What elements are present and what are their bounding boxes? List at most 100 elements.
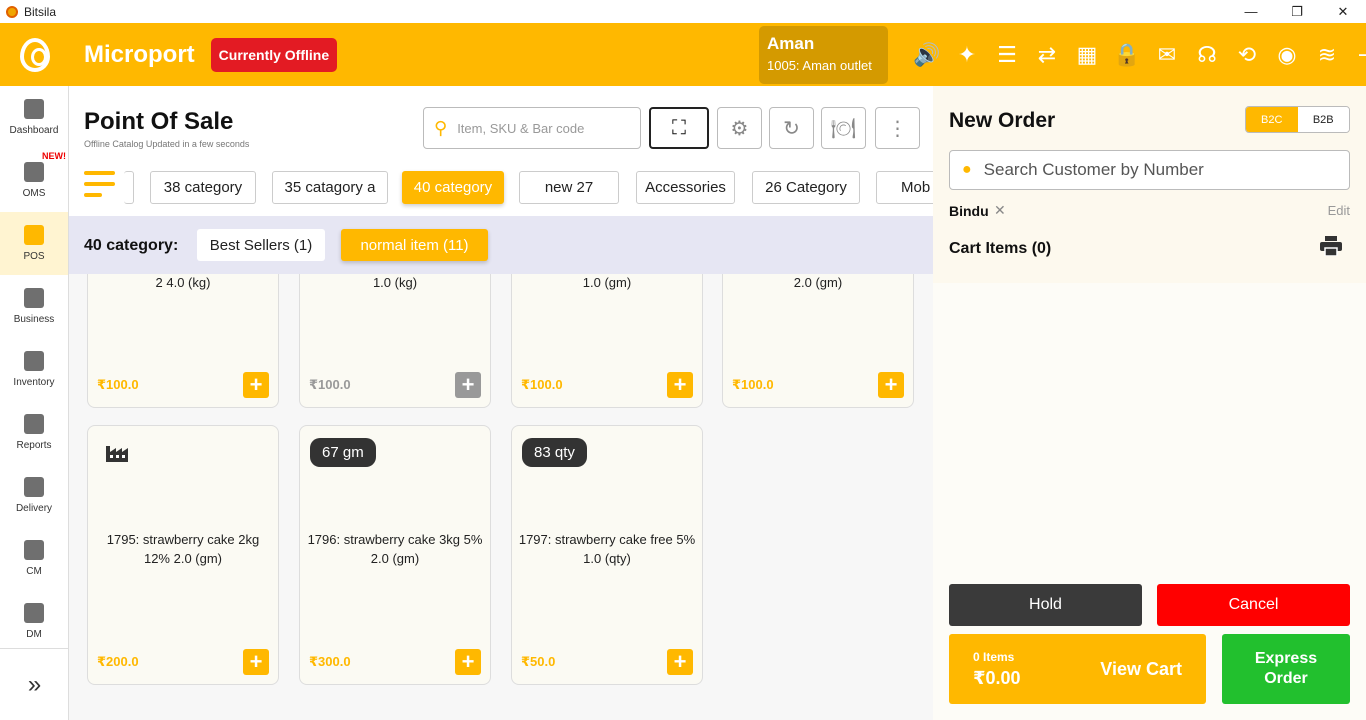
printer-icon[interactable] [1320, 236, 1342, 256]
discount-icon: ⚙ [730, 117, 749, 140]
subcategory-chip-best-sellers[interactable]: Best Sellers (1) [197, 229, 325, 261]
product-card[interactable]: 2.0 (gm) ₹100.0 + [722, 274, 914, 408]
sidebar-item-oms[interactable]: NEW! OMS [0, 149, 68, 212]
sidebar-item-business[interactable]: Business [0, 275, 68, 338]
subcategory-chip-normal-item[interactable]: normal item (11) [341, 229, 488, 261]
truck-icon [24, 477, 44, 497]
minimize-button[interactable]: — [1228, 0, 1274, 23]
window-titlebar: Bitsila — ❐ ✕ [0, 0, 1366, 23]
lock-icon[interactable]: 🔒 [1107, 41, 1147, 69]
person-icon: ● [962, 161, 972, 178]
sidebar-item-inventory[interactable]: Inventory [0, 338, 68, 401]
customer-search-input[interactable]: ● Search Customer by Number [949, 150, 1350, 190]
sidebar-item-dm[interactable]: DM [0, 590, 68, 653]
sidebar-item-delivery[interactable]: Delivery [0, 464, 68, 527]
discount-button[interactable]: ⚙ [717, 107, 762, 149]
window-title: Bitsila [24, 4, 57, 19]
sidebar-item-label: Inventory [13, 377, 55, 388]
expand-sidebar-button[interactable]: » [0, 648, 69, 720]
sidebar: Dashboard NEW! OMS POS Business Inventor… [0, 23, 69, 720]
product-card[interactable]: 1.0 (kg) ₹100.0 + [299, 274, 491, 408]
category-chip[interactable]: Accessories [636, 171, 735, 204]
category-chip[interactable]: 26 Category [752, 171, 860, 204]
edit-customer-button[interactable]: Edit [1328, 203, 1350, 218]
plate-cutlery-icon: 🍽 [830, 117, 857, 140]
wifi-icon[interactable]: ≋ [1307, 41, 1347, 69]
product-price: ₹100.0 [521, 377, 563, 392]
add-to-cart-button[interactable]: + [243, 372, 269, 398]
product-card[interactable]: 2 4.0 (kg) ₹100.0 + [87, 274, 279, 408]
cancel-button[interactable]: Cancel [1157, 584, 1350, 626]
dashboard-icon [24, 99, 44, 119]
b2b-toggle[interactable]: B2B [1297, 107, 1349, 132]
view-cart-label: View Cart [1100, 659, 1182, 679]
close-window-button[interactable]: ✕ [1320, 0, 1366, 23]
add-to-cart-button[interactable]: + [243, 649, 269, 675]
category-chip[interactable]: Mob [876, 171, 933, 204]
category-chip[interactable]: 35 catagory a [272, 171, 388, 204]
support-icon[interactable]: ☊ [1187, 41, 1227, 69]
sidebar-item-reports[interactable]: Reports [0, 401, 68, 464]
database-icon[interactable]: ☰ [987, 41, 1027, 69]
sidebar-item-dashboard[interactable]: Dashboard [0, 86, 68, 149]
product-card[interactable]: 83 qty 1797: strawberry cake free 5% 1.0… [511, 425, 703, 685]
add-to-cart-button[interactable]: + [455, 649, 481, 675]
kebab-menu-icon: ⋮ [887, 117, 908, 140]
user-outlet-box[interactable]: Aman 1005: Aman outlet [759, 26, 888, 84]
product-card[interactable]: 1795: strawberry cake 2kg 12% 2.0 (gm) ₹… [87, 425, 279, 685]
speaker-icon[interactable]: 🔊 [907, 41, 947, 69]
customer-search-placeholder: Search Customer by Number [983, 160, 1204, 179]
b2c-toggle[interactable]: B2C [1246, 107, 1298, 132]
account-icon[interactable]: ◉ [1267, 41, 1307, 69]
product-card[interactable]: 1.0 (gm) ₹100.0 + [511, 274, 703, 408]
brand-name: Microport [84, 40, 195, 68]
remove-customer-button[interactable]: ✕ [994, 202, 1006, 219]
sidebar-item-pos[interactable]: POS [0, 212, 68, 275]
product-card[interactable]: 67 gm 1796: strawberry cake 3kg 5% 2.0 (… [299, 425, 491, 685]
sync-icon[interactable]: ⇄ [1027, 41, 1067, 69]
sidebar-item-label: CM [26, 566, 42, 577]
view-cart-button[interactable]: 0 Items ₹0.00 View Cart [949, 634, 1206, 704]
order-panel: New Order B2C B2B ● Search Customer by N… [933, 86, 1366, 720]
plus-icon: + [673, 372, 687, 397]
refresh-button[interactable]: ↻ [769, 107, 814, 149]
add-to-cart-button[interactable]: + [878, 372, 904, 398]
category-chip[interactable]: new 27 [519, 171, 619, 204]
order-title: New Order [949, 109, 1056, 132]
plus-icon: + [673, 649, 687, 674]
item-search-input[interactable]: ⚲ Item, SKU & Bar code [423, 107, 641, 149]
category-strip: 38 category 35 catagory a 40 category ne… [69, 166, 933, 216]
sidebar-item-label: Dashboard [9, 125, 59, 136]
maximize-button[interactable]: ❐ [1274, 0, 1320, 23]
briefcase-icon [24, 288, 44, 308]
sidebar-item-cm[interactable]: CM [0, 527, 68, 590]
brand-logo[interactable] [0, 23, 69, 86]
plus-icon: + [461, 649, 475, 674]
fullscreen-button[interactable]: ⛶ [649, 107, 709, 149]
more-options-button[interactable]: ⋮ [875, 107, 920, 149]
hold-button[interactable]: Hold [949, 584, 1142, 626]
add-to-cart-button[interactable]: + [667, 372, 693, 398]
category-chip-active[interactable]: 40 category [402, 171, 504, 204]
logout-icon[interactable]: ⇥ [1347, 41, 1366, 69]
cm-icon [24, 540, 44, 560]
dine-in-button[interactable]: 🍽 [821, 107, 866, 149]
category-chip-partial[interactable] [124, 171, 134, 204]
sidebar-item-label: Reports [16, 440, 52, 451]
product-price: ₹100.0 [732, 377, 774, 392]
product-price: ₹100.0 [97, 377, 139, 392]
add-to-cart-button[interactable]: + [667, 649, 693, 675]
oms-icon [24, 162, 44, 182]
bird-icon[interactable]: ✦ [947, 41, 987, 69]
sidebar-item-label: POS [23, 251, 45, 262]
apps-grid-icon[interactable]: ▦ [1067, 41, 1107, 69]
express-order-button[interactable]: Express Order [1222, 634, 1350, 704]
history-icon[interactable]: ⟲ [1227, 41, 1267, 69]
sidebar-item-label: OMS [22, 188, 46, 199]
plus-icon: + [249, 372, 263, 397]
mail-icon[interactable]: ✉ [1147, 41, 1187, 69]
category-chip[interactable]: 38 category [150, 171, 256, 204]
add-to-cart-button-disabled[interactable]: + [455, 372, 481, 398]
product-price: ₹100.0 [309, 377, 351, 392]
cart-total: ₹0.00 [973, 667, 1021, 688]
